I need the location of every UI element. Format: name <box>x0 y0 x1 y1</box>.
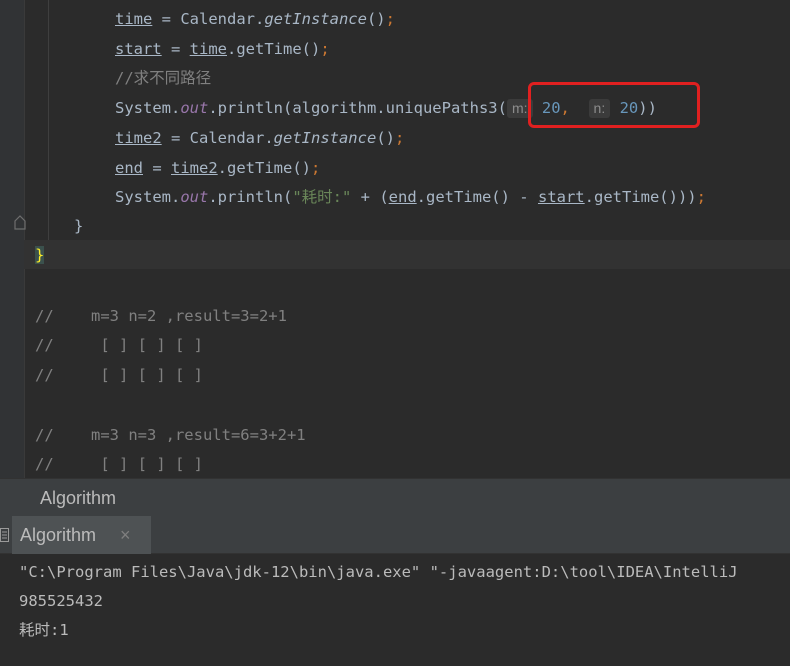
console-icon <box>0 528 9 542</box>
code-line-time2: time2 = Calendar.getInstance(); <box>115 129 405 147</box>
code-line-start: start = time.getTime(); <box>115 40 330 58</box>
code-line-end: end = time2.getTime(); <box>115 159 321 177</box>
comment-line: // [ ] [ ] [ ] <box>35 366 203 384</box>
comment-line: // [ ] [ ] [ ] <box>35 336 203 354</box>
code-line-println-elapsed: System.out.println("耗时:" + (end.getTime(… <box>115 188 706 206</box>
code-editor[interactable]: time = Calendar.getInstance(); start = t… <box>0 0 790 478</box>
console-output[interactable]: "C:\Program Files\Java\jdk-12\bin\java.e… <box>0 554 790 666</box>
code-line-time: time = Calendar.getInstance(); <box>115 10 395 28</box>
closing-brace-class: } <box>35 246 45 264</box>
console-line-result: 985525432 <box>19 592 103 610</box>
fold-icon[interactable] <box>14 214 26 230</box>
comment-line: // m=3 n=3 ,result=6=3+2+1 <box>35 426 306 444</box>
run-tab-algorithm[interactable]: Algorithm × <box>12 516 151 554</box>
run-tab-label: Algorithm <box>20 525 97 545</box>
annotation-highlight-box <box>528 82 700 128</box>
current-line-highlight <box>24 240 790 269</box>
breadcrumb: Algorithm <box>0 478 790 516</box>
comment-line: // m=3 n=2 ,result=3=2+1 <box>35 307 287 325</box>
close-icon[interactable]: × <box>120 516 131 554</box>
closing-brace-method: } <box>74 217 84 235</box>
indent-guide <box>48 0 49 240</box>
editor-gutter[interactable] <box>0 0 24 478</box>
console-line-command: "C:\Program Files\Java\jdk-12\bin\java.e… <box>19 563 738 581</box>
run-tool-window-header: Algorithm × <box>0 516 790 554</box>
gutter-separator <box>24 0 25 478</box>
comment-line: // [ ] [ ] [ ] <box>35 455 203 473</box>
code-comment-line: //求不同路径 <box>115 69 212 87</box>
breadcrumb-class[interactable]: Algorithm <box>40 479 116 517</box>
console-line-elapsed: 耗时:1 <box>19 621 69 639</box>
